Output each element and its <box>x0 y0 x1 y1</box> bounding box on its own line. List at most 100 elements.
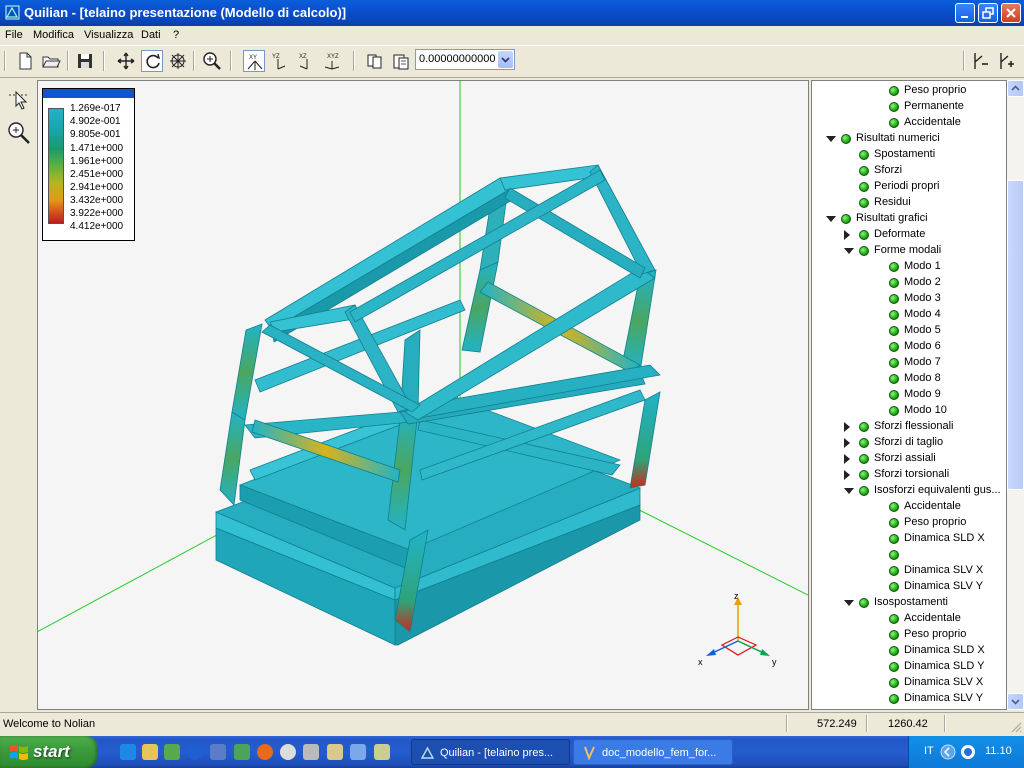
zoom-button[interactable] <box>201 50 223 72</box>
close-button[interactable] <box>1001 3 1021 23</box>
zoom-window-icon[interactable] <box>6 120 32 146</box>
view-yz-button[interactable]: YZ <box>268 50 290 72</box>
app-shortcut-icon[interactable] <box>327 744 343 760</box>
resize-grip-icon[interactable] <box>1010 721 1022 733</box>
view-xy-button[interactable]: XY <box>243 50 265 72</box>
expand-closed-icon[interactable] <box>844 438 850 448</box>
expand-open-icon[interactable] <box>826 216 836 222</box>
tree-item[interactable]: Peso proprio <box>812 627 1006 643</box>
notes-icon[interactable] <box>374 744 390 760</box>
copy-button[interactable] <box>364 50 386 72</box>
tree-item[interactable]: Accidentale <box>812 611 1006 627</box>
tree-item[interactable]: Sforzi <box>812 163 1006 179</box>
media-icon[interactable] <box>234 744 250 760</box>
menu-dati[interactable]: Dati <box>141 29 161 41</box>
firefox-icon[interactable] <box>257 744 273 760</box>
scroll-up-button[interactable] <box>1007 80 1024 97</box>
tree-item[interactable]: Modo 4 <box>812 307 1006 323</box>
menu-modifica[interactable]: Modifica <box>33 29 74 41</box>
explorer-icon[interactable] <box>164 744 180 760</box>
help-icon[interactable] <box>187 744 203 760</box>
tools-icon[interactable] <box>303 744 319 760</box>
tree-item[interactable]: Modo 7 <box>812 355 1006 371</box>
tree-item[interactable]: Dinamica SLV Y <box>812 691 1006 707</box>
scroll-down-button[interactable] <box>1007 693 1024 710</box>
tree-item[interactable]: Peso proprio <box>812 83 1006 99</box>
save-button[interactable] <box>74 50 96 72</box>
tray-expand-icon[interactable] <box>940 744 956 760</box>
tree-item[interactable]: Dinamica SLV X <box>812 675 1006 691</box>
tree-item[interactable]: Modo 6 <box>812 339 1006 355</box>
expand-closed-icon[interactable] <box>844 470 850 480</box>
tree-item[interactable]: Modo 9 <box>812 387 1006 403</box>
folder-icon[interactable] <box>142 744 158 760</box>
tree-item[interactable]: Isosforzi equivalenti gus... <box>812 483 1006 499</box>
network-icon[interactable] <box>960 744 976 760</box>
value-combo[interactable]: 0.00000000000 <box>415 49 515 70</box>
menu-file[interactable]: File <box>5 29 23 41</box>
tree-item[interactable]: Dinamica SLD Y <box>812 659 1006 675</box>
open-button[interactable] <box>40 50 62 72</box>
tree-item[interactable]: Sforzi assiali <box>812 451 1006 467</box>
new-document-button[interactable] <box>14 50 36 72</box>
restore-button[interactable] <box>978 3 998 23</box>
tree-item[interactable]: Modo 8 <box>812 371 1006 387</box>
tree-item[interactable]: Sforzi di taglio <box>812 435 1006 451</box>
tree-item[interactable]: Sforzi torsionali <box>812 467 1006 483</box>
minimize-button[interactable] <box>955 3 975 23</box>
tree-scrollbar[interactable] <box>1007 80 1024 710</box>
language-indicator[interactable]: IT <box>924 745 934 757</box>
start-button[interactable]: start <box>0 736 98 768</box>
tree-item[interactable]: Deformate <box>812 227 1006 243</box>
tree-item[interactable]: Periodi propri <box>812 179 1006 195</box>
title-bar[interactable]: Quilian - [telaino presentazione (Modell… <box>0 0 1024 26</box>
tree-item[interactable]: Risultati numerici <box>812 131 1006 147</box>
tool-right-2-button[interactable] <box>996 50 1018 72</box>
select-pointer-icon[interactable] <box>6 86 32 112</box>
monitor-icon[interactable] <box>210 744 226 760</box>
tree-item[interactable]: Dinamica SLD X <box>812 643 1006 659</box>
expand-open-icon[interactable] <box>844 600 854 606</box>
tree-item[interactable]: Sforzi flessionali <box>812 419 1006 435</box>
expand-open-icon[interactable] <box>844 248 854 254</box>
tree-item[interactable]: Spostamenti <box>812 147 1006 163</box>
snowflake-button[interactable] <box>167 50 189 72</box>
menu-help[interactable]: ? <box>173 29 179 41</box>
model-viewport[interactable]: z x y <box>37 80 809 710</box>
desktop-icon[interactable] <box>350 744 366 760</box>
paste-button[interactable] <box>390 50 412 72</box>
expand-closed-icon[interactable] <box>844 422 850 432</box>
tree-item[interactable]: Modo 2 <box>812 275 1006 291</box>
tree-item[interactable]: Risultati grafici <box>812 211 1006 227</box>
rotate-button[interactable] <box>141 50 163 72</box>
tree-item[interactable]: Dinamica SLD X <box>812 531 1006 547</box>
pan-button[interactable] <box>115 50 137 72</box>
tool-right-1-button[interactable] <box>970 50 992 72</box>
tree-item[interactable]: Modo 10 <box>812 403 1006 419</box>
ie-icon[interactable] <box>120 744 136 760</box>
tree-item[interactable]: Dinamica SLD Y <box>812 547 1006 563</box>
tree-item[interactable]: Residui <box>812 195 1006 211</box>
results-tree[interactable]: Peso proprio Permanente Accidentale Risulta… <box>811 80 1007 710</box>
tree-item[interactable]: Modo 3 <box>812 291 1006 307</box>
expand-closed-icon[interactable] <box>844 454 850 464</box>
scroll-thumb[interactable] <box>1007 180 1024 490</box>
expand-open-icon[interactable] <box>844 488 854 494</box>
taskbar-item-doc[interactable]: doc_modello_fem_for... <box>573 739 733 765</box>
taskbar-item-quilian[interactable]: Quilian - [telaino pres... <box>411 739 570 765</box>
tree-item[interactable]: Dinamica SLV X <box>812 563 1006 579</box>
tree-item[interactable]: Accidentale <box>812 115 1006 131</box>
tree-item[interactable]: Modo 5 <box>812 323 1006 339</box>
view-xz-button[interactable]: XZ <box>295 50 317 72</box>
view-xyz-button[interactable]: XYZ <box>321 50 343 72</box>
combo-dropdown-button[interactable] <box>498 51 513 68</box>
menu-visualizza[interactable]: Visualizza <box>84 29 133 41</box>
expand-closed-icon[interactable] <box>844 230 850 240</box>
tree-item[interactable]: Permanente <box>812 99 1006 115</box>
tree-item[interactable]: Modo 1 <box>812 259 1006 275</box>
expand-open-icon[interactable] <box>826 136 836 142</box>
tree-item[interactable]: Dinamica SLV Y <box>812 579 1006 595</box>
tree-item[interactable]: Forme modali <box>812 243 1006 259</box>
tree-item[interactable]: Peso proprio <box>812 515 1006 531</box>
tree-item[interactable]: Accidentale <box>812 499 1006 515</box>
